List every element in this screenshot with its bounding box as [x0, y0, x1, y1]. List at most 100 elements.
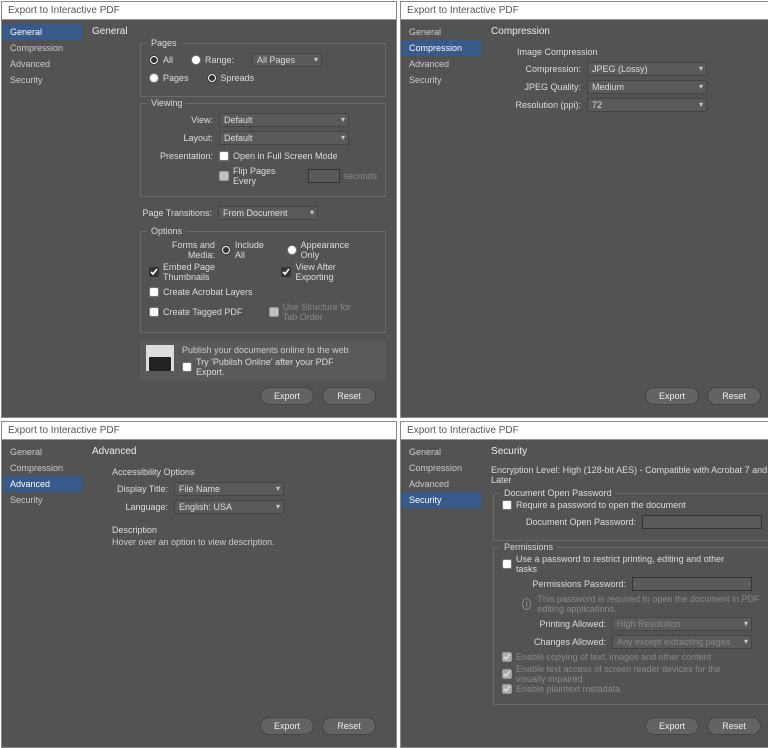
window-title: Export to Interactive PDF [2, 2, 396, 20]
checkbox-fullscreen[interactable]: Open in Full Screen Mode [219, 151, 338, 161]
perm-info: This password is required to open the do… [537, 594, 762, 614]
quality-label: JPEG Quality: [497, 82, 587, 92]
image-comp-label: Image Compression [517, 47, 768, 57]
description-body: Hover over an option to view description… [112, 537, 386, 547]
sidebar-item-general[interactable]: General [401, 444, 481, 460]
section-label: Viewing [147, 98, 186, 108]
section-permissions: Permissions Use a password to restrict p… [493, 547, 768, 705]
view-label: View: [149, 115, 219, 125]
section-options: Options Forms and Media: Include All App… [140, 231, 386, 333]
panel-heading: Compression [491, 26, 768, 37]
sidebar: General Compression Advanced Security [2, 440, 82, 747]
checkbox-require-open-pwd[interactable]: Require a password to open the document [502, 500, 686, 510]
sidebar-item-security[interactable]: Security [401, 492, 481, 508]
access-options-label: Accessibility Options [112, 467, 386, 477]
checkbox-tagged-pdf[interactable]: Create Tagged PDF [149, 307, 251, 317]
sidebar-item-advanced[interactable]: Advanced [2, 476, 82, 492]
sidebar-item-general[interactable]: General [2, 24, 82, 40]
sidebar-item-compression[interactable]: Compression [401, 40, 481, 56]
sidebar-item-general[interactable]: General [401, 24, 481, 40]
reset-button[interactable]: Reset [322, 717, 376, 735]
sidebar-item-advanced[interactable]: Advanced [401, 56, 481, 72]
export-button[interactable]: Export [645, 387, 699, 405]
section-label: Permissions [500, 542, 557, 552]
perm-pwd-input [632, 577, 752, 591]
checkbox-enable-screen: Enable text access of screen reader devi… [502, 664, 744, 684]
printing-label: Printing Allowed: [522, 619, 612, 629]
doc-open-pwd-label: Document Open Password: [522, 517, 642, 527]
pagetrans-select[interactable]: From Document [218, 206, 318, 220]
dialog-compression: Export to Interactive PDF General Compre… [400, 1, 768, 418]
display-title-select[interactable]: File Name [174, 482, 284, 496]
language-label: Language: [104, 502, 174, 512]
range-select[interactable]: All Pages [252, 53, 322, 67]
resolution-label: Resolution (ppi): [497, 100, 587, 110]
info-icon: i [522, 598, 531, 610]
section-pages: Pages All Range: All Pages Pages Spreads [140, 43, 386, 97]
checkbox-enable-copy: Enable copying of text, images and other… [502, 652, 711, 662]
panel-heading: Advanced [92, 446, 386, 457]
window-title: Export to Interactive PDF [401, 422, 768, 440]
reset-button[interactable]: Reset [707, 717, 761, 735]
panel-heading: Security [491, 446, 768, 457]
forms-label: Forms and Media: [149, 240, 221, 260]
quality-select[interactable]: Medium [587, 80, 707, 94]
radio-pages[interactable]: Pages [149, 73, 189, 83]
doc-open-pwd-input [642, 515, 762, 529]
sidebar-item-security[interactable]: Security [2, 492, 82, 508]
section-doc-open: Document Open Password Require a passwor… [493, 493, 768, 541]
layout-select[interactable]: Default [219, 131, 349, 145]
sidebar-item-compression[interactable]: Compression [2, 460, 82, 476]
sidebar-item-compression[interactable]: Compression [401, 460, 481, 476]
encryption-line: Encryption Level: High (128-bit AES) - C… [491, 465, 768, 485]
dialog-security: Export to Interactive PDF General Compre… [400, 421, 768, 748]
checkbox-embed-thumbs[interactable]: Embed Page Thumbnails [149, 262, 263, 282]
panel-heading: General [92, 26, 386, 37]
layout-label: Layout: [149, 133, 219, 143]
radio-range[interactable]: Range: [191, 55, 234, 65]
sidebar-item-advanced[interactable]: Advanced [401, 476, 481, 492]
compression-select[interactable]: JPEG (Lossy) [587, 62, 707, 76]
checkbox-acro-layers[interactable]: Create Acrobat Layers [149, 287, 253, 297]
window-title: Export to Interactive PDF [2, 422, 396, 440]
reset-button[interactable]: Reset [707, 387, 761, 405]
presentation-label: Presentation: [149, 151, 219, 161]
display-title-label: Display Title: [104, 484, 174, 494]
sidebar: General Compression Advanced Security [401, 440, 481, 747]
dialog-advanced: Export to Interactive PDF General Compre… [1, 421, 397, 748]
description-heading: Description [112, 525, 386, 535]
export-button[interactable]: Export [260, 717, 314, 735]
sidebar-item-compression[interactable]: Compression [2, 40, 82, 56]
radio-appearance-only[interactable]: Appearance Only [287, 240, 359, 260]
checkbox-view-after[interactable]: View After Exporting [281, 262, 359, 282]
sidebar: General Compression Advanced Security [401, 20, 481, 417]
radio-spreads[interactable]: Spreads [207, 73, 255, 83]
printing-select: High Resolution [612, 617, 752, 631]
sidebar-item-security[interactable]: Security [2, 72, 82, 88]
publish-thumb-icon [146, 345, 174, 371]
radio-include-all[interactable]: Include All [221, 240, 269, 260]
reset-button[interactable]: Reset [322, 387, 376, 405]
language-select[interactable]: English: USA [174, 500, 284, 514]
export-button[interactable]: Export [260, 387, 314, 405]
section-label: Options [147, 226, 186, 236]
perm-pwd-label: Permissions Password: [522, 579, 632, 589]
dialog-general: Export to Interactive PDF General Compre… [1, 1, 397, 418]
publish-online-box: Publish your documents online to the web… [140, 341, 386, 381]
checkbox-try-publish[interactable]: Try 'Publish Online' after your PDF Expo… [182, 357, 362, 377]
section-label: Document Open Password [500, 488, 616, 498]
resolution-select[interactable]: 72 [587, 98, 707, 112]
changes-select: Any except extracting pages [612, 635, 752, 649]
export-button[interactable]: Export [645, 717, 699, 735]
checkbox-use-perm-pwd[interactable]: Use a password to restrict printing, edi… [502, 554, 744, 574]
sidebar-item-general[interactable]: General [2, 444, 82, 460]
changes-label: Changes Allowed: [522, 637, 612, 647]
view-select[interactable]: Default [219, 113, 349, 127]
pagetrans-label: Page Transitions: [140, 208, 218, 218]
sidebar-item-advanced[interactable]: Advanced [2, 56, 82, 72]
radio-all[interactable]: All [149, 55, 173, 65]
window-title: Export to Interactive PDF [401, 2, 768, 20]
section-label: Pages [147, 38, 181, 48]
sidebar-item-security[interactable]: Security [401, 72, 481, 88]
publish-line1: Publish your documents online to the web [182, 345, 380, 355]
